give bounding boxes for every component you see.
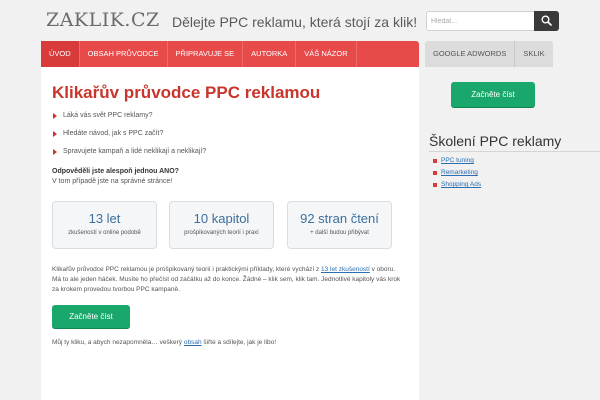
nav-item-vas-nazor[interactable]: Váš názor — [296, 41, 357, 67]
nav-item-google-adwords[interactable]: Google AdWords — [425, 41, 516, 67]
search-form — [426, 11, 559, 31]
paragraph-text: Klikařův průvodce PPC reklamou je prošpi… — [52, 266, 322, 273]
search-icon — [541, 15, 552, 26]
sidebar-link-ppc-tuning[interactable]: PPC tuning — [441, 157, 474, 164]
list-item: Remarketing — [433, 167, 481, 179]
sidebar-start-reading-button[interactable]: Začněte číst — [451, 82, 535, 107]
page-title: Klikařův průvodce PPC reklamou — [52, 83, 321, 102]
square-bullet-icon — [433, 183, 437, 187]
site-logo[interactable]: ZAKLIK.CZ — [46, 9, 160, 31]
sidebar-link-shopping-ads[interactable]: Shopping Ads — [441, 181, 481, 188]
site-header: ZAKLIK.CZ Dělejte PPC reklamu, která sto… — [0, 0, 600, 41]
stat-value: 10 kapitol — [193, 211, 250, 226]
bullet-text: Spravujete kampaň a lidé neklikají a nek… — [63, 148, 207, 155]
list-item: Shopping Ads — [433, 179, 481, 191]
footer-note: Můj ty kliku, a abych nezapomněla… veške… — [52, 339, 276, 346]
nav-item-autorka[interactable]: Autorka — [243, 41, 297, 67]
stat-card-chapters: 10 kapitol prošpikovaných teorií i praxí — [169, 201, 274, 249]
main-content: Klikařův průvodce PPC reklamou Láká vás … — [41, 67, 419, 400]
footer-text: šiřte a sdílejte, jak je libo! — [201, 339, 277, 346]
nav-item-pripravuje-se[interactable]: Připravuje se — [168, 41, 244, 67]
sidebar-divider — [429, 151, 600, 152]
sidebar-title: Školení PPC reklamy — [429, 133, 562, 149]
intro-paragraph: Klikařův průvodce PPC reklamou je prošpi… — [52, 265, 404, 295]
sidebar-link-remarketing[interactable]: Remarketing — [441, 169, 478, 176]
list-item: PPC tuning — [433, 155, 481, 167]
experience-link[interactable]: 13 let zkušeností — [321, 266, 370, 273]
stat-caption: prošpikovaných teorií i praxí — [184, 230, 259, 236]
bullet-text: Hledáte návod, jak s PPC začít? — [63, 130, 164, 137]
list-item: Hledáte návod, jak s PPC začít? — [53, 129, 206, 147]
secondary-nav: Google AdWords Sklik — [425, 41, 553, 67]
question-block: Odpověděli jste alespoň jednou ANO? V to… — [52, 167, 179, 187]
question-text: V tom případě jste na správné stránce! — [52, 178, 173, 185]
bullet-text: Láká vás svět PPC reklamy? — [63, 112, 153, 119]
stat-value: 13 let — [88, 211, 121, 226]
footer-text: Můj ty kliku, a abych nezapomněla… veške… — [52, 339, 184, 346]
stat-caption: + další budou přibývat — [310, 230, 369, 236]
main-nav: Úvod Obsah průvodce Připravuje se Autork… — [41, 41, 419, 67]
stat-card-pages: 92 stran čtení + další budou přibývat — [287, 201, 392, 249]
square-bullet-icon — [433, 159, 437, 163]
sidebar-links: PPC tuning Remarketing Shopping Ads — [433, 155, 481, 191]
bullet-arrow-icon — [53, 113, 57, 119]
nav-item-sklik[interactable]: Sklik — [515, 41, 552, 67]
question-bold: Odpověděli jste alespoň jednou ANO? — [52, 168, 179, 175]
stat-value: 92 stran čtení — [300, 211, 379, 226]
content-link[interactable]: obsah — [184, 339, 202, 346]
search-input[interactable] — [426, 11, 536, 31]
intro-bullets: Láká vás svět PPC reklamy? Hledáte návod… — [53, 111, 206, 165]
bullet-arrow-icon — [53, 131, 57, 137]
start-reading-button[interactable]: Začněte číst — [52, 305, 130, 328]
list-item: Láká vás svět PPC reklamy? — [53, 111, 206, 129]
stat-caption: zkušeností v online podobě — [68, 230, 141, 236]
list-item: Spravujete kampaň a lidé neklikají a nek… — [53, 147, 206, 165]
site-tagline: Dělejte PPC reklamu, která stojí za klik… — [172, 14, 418, 30]
nav-item-obsah-pruvodce[interactable]: Obsah průvodce — [80, 41, 168, 67]
bullet-arrow-icon — [53, 149, 57, 155]
stat-card-years: 13 let zkušeností v online podobě — [52, 201, 157, 249]
search-button[interactable] — [534, 11, 559, 31]
square-bullet-icon — [433, 171, 437, 175]
nav-item-uvod[interactable]: Úvod — [41, 41, 80, 67]
